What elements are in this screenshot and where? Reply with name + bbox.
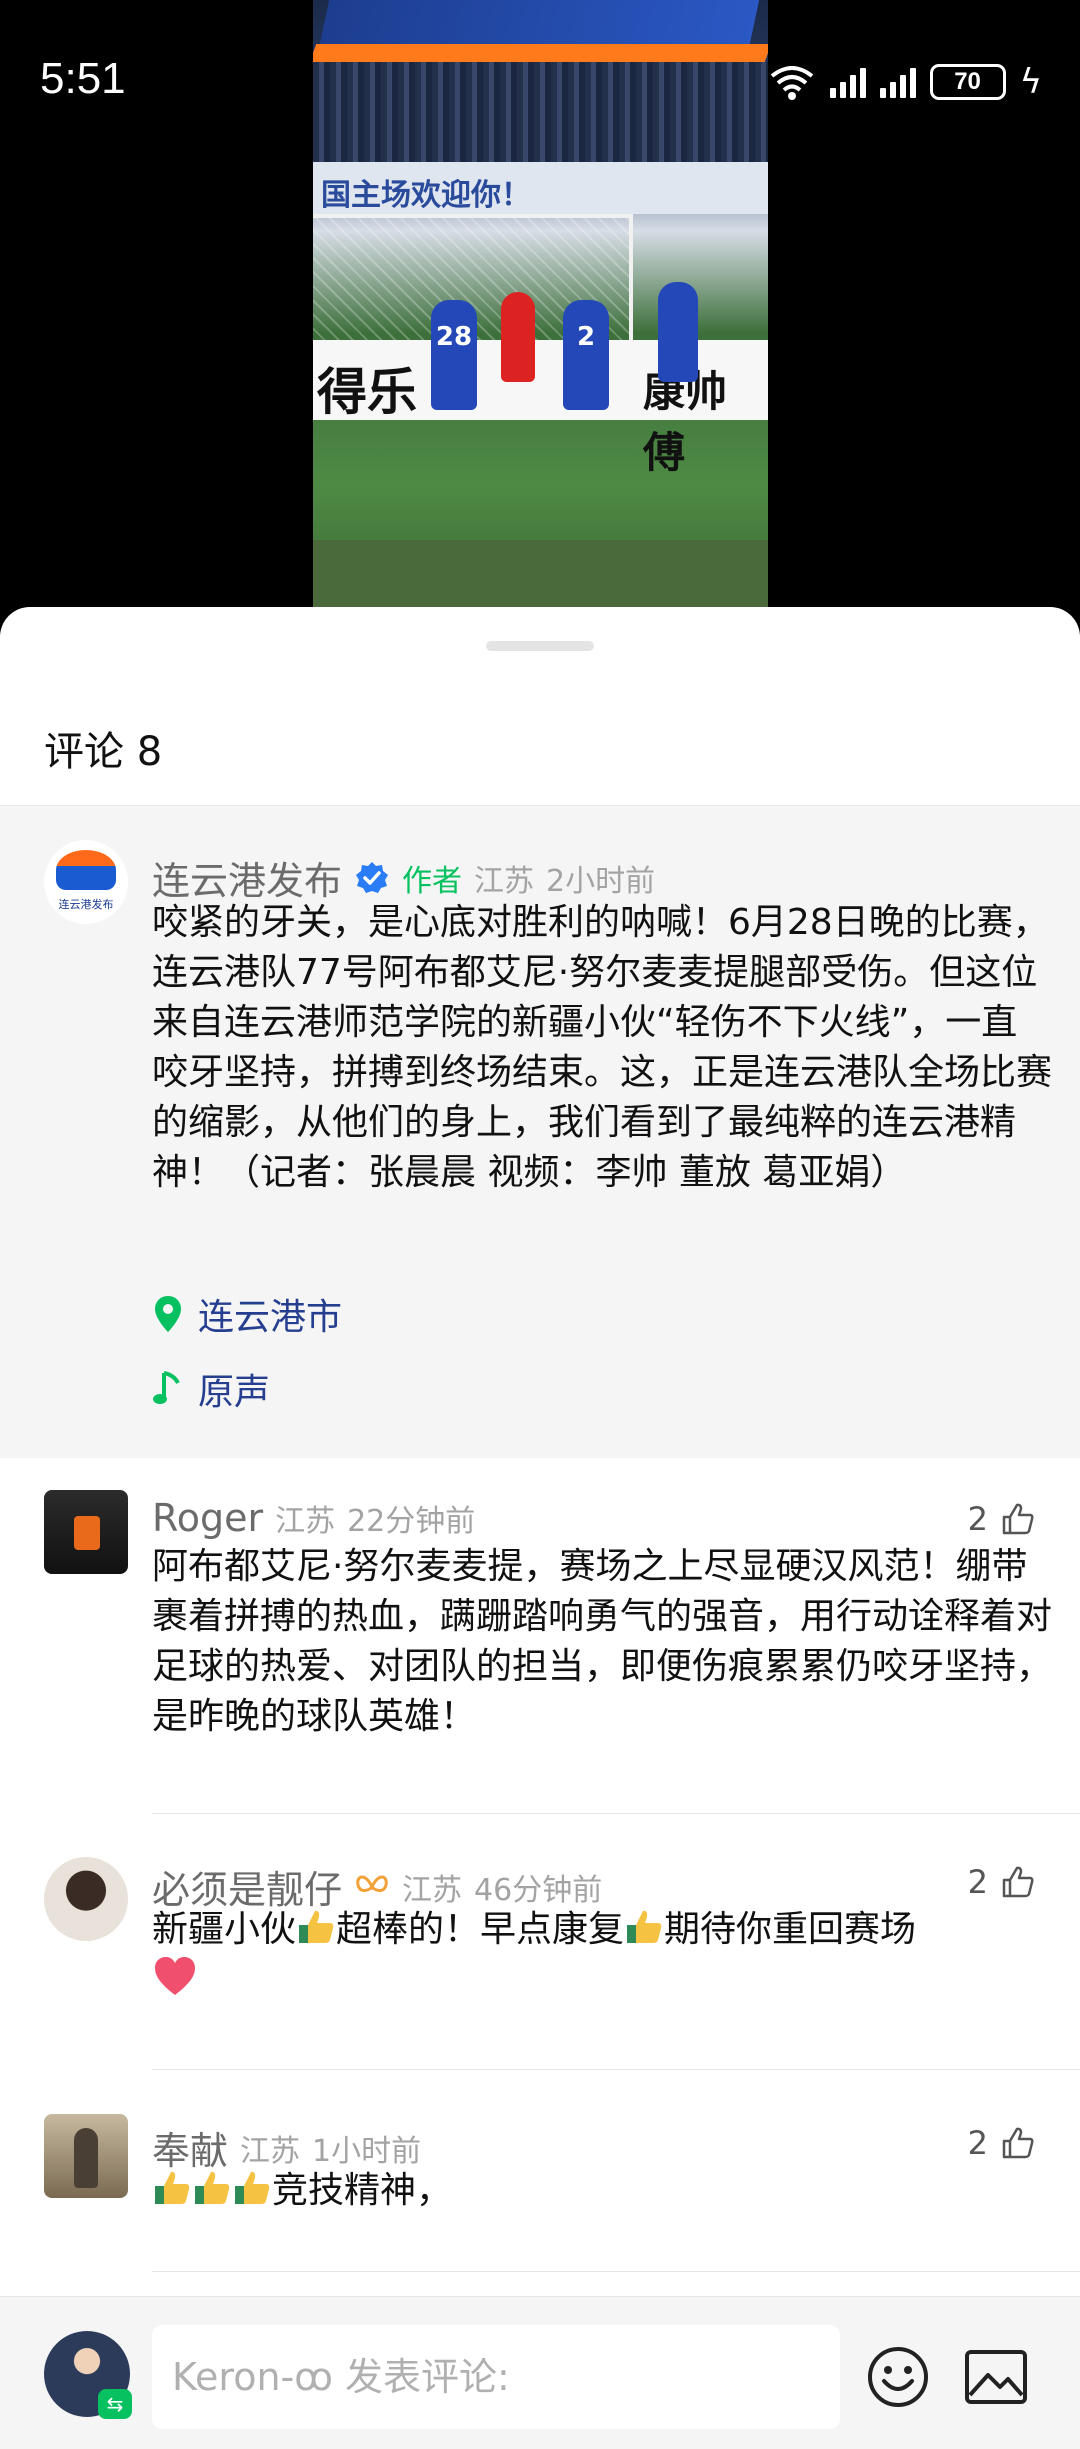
charging-icon: ϟ (1019, 62, 1042, 102)
image-icon (965, 2350, 1027, 2404)
stadium-sign: 国主场欢迎你！ (313, 162, 768, 214)
location-text[interactable]: 连云港市 (198, 1288, 342, 1340)
thumbs-up-icon (1002, 2127, 1034, 2159)
avatar-detail (74, 1516, 100, 1550)
author-avatar[interactable]: 连云港发布 (44, 840, 128, 924)
comment-region: 江苏 (275, 1504, 336, 1539)
commenter-username[interactable]: Roger (152, 1496, 263, 1540)
author-post[interactable]: 连云港发布 连云港发布 作者 江苏 2小时前 咬紧的牙关，是心底对胜利的呐喊！6… (0, 805, 1080, 1458)
status-icons: 70 ϟ (768, 60, 1042, 104)
author-logo-text: 连云港发布 (58, 898, 114, 911)
comment-item[interactable]: Roger 江苏 22分钟前 2 阿布都艾尼·努尔麦麦提，赛场之上尽显硬汉风范！… (0, 1490, 1080, 1760)
author-time: 2小时前 (546, 863, 656, 899)
ad-board-left-text: 得乐 (317, 363, 417, 421)
like-count: 2 (967, 2124, 988, 2162)
image-button[interactable] (962, 2343, 1030, 2411)
comment-region: 江苏 (240, 2133, 301, 2169)
comment-text-part: 期待你重回赛场 (664, 1909, 917, 1950)
commenter-avatar[interactable] (44, 1490, 128, 1574)
comment-body: 阿布都艾尼·努尔麦麦提，赛场之上尽显硬汉风范！绷带裹着拼搏的热血，蹒跚踏响勇气的… (152, 1546, 1053, 1737)
heart-emoji-icon (155, 1957, 195, 1995)
comments-count-title: 评论 8 (44, 729, 163, 775)
status-bar: 5:51 70 ϟ (0, 0, 1080, 160)
thumbs-up-emoji-icon (627, 1910, 662, 1943)
player-number: 2 (576, 322, 596, 352)
avatar-detail (74, 2128, 98, 2188)
commenter-avatar[interactable] (44, 2114, 128, 2198)
thumbs-up-emoji-icon (299, 1910, 334, 1943)
music-note-icon (153, 1371, 180, 1404)
comment-input-bar: ⇆ (0, 2296, 1080, 2449)
butterfly-badge-icon (356, 1875, 388, 1892)
author-username[interactable]: 连云港发布 (152, 850, 342, 905)
like-button[interactable]: 2 (968, 1500, 1036, 1538)
like-button[interactable]: 2 (968, 2124, 1036, 2162)
thumbs-up-emoji-icon (195, 2171, 230, 2204)
sound-link[interactable]: 原声 (152, 1363, 270, 1415)
drag-handle[interactable] (486, 641, 594, 651)
switch-account-icon[interactable]: ⇆ (98, 2389, 132, 2419)
player-figure: 28 (431, 300, 477, 410)
author-region: 江苏 (474, 863, 535, 899)
location-pin-icon (155, 1296, 181, 1332)
comment-divider (152, 1813, 1080, 1814)
sound-text[interactable]: 原声 (198, 1363, 270, 1415)
author-logo (56, 850, 116, 890)
comment-text-part: 新疆小伙 (152, 1909, 297, 1950)
comment-time: 1小时前 (312, 2133, 422, 2169)
thumbs-up-emoji-icon (155, 2171, 190, 2204)
thumbs-up-emoji-icon (235, 2171, 270, 2204)
comment-text-part: 竞技精神， (272, 2170, 453, 2211)
like-count: 2 (967, 1863, 988, 1901)
comment-body: 新疆小伙 超棒的！早点康复 期待你重回赛场 (152, 1905, 1052, 2005)
thumbs-up-icon (1002, 1866, 1034, 1898)
comment-item[interactable]: 必须是靓仔 江苏 46分钟前 2 新疆小伙 超棒的！早点康复 期待你重回赛场 (0, 1857, 1080, 2047)
wifi-icon (770, 66, 813, 100)
comment-input[interactable] (152, 2325, 840, 2429)
video-pitch (313, 540, 768, 607)
like-button[interactable]: 2 (968, 1863, 1036, 1901)
ad-board: 得乐 康帅傅 (313, 340, 768, 477)
comment-time: 46分钟前 (474, 1872, 603, 1908)
comment-divider (152, 2069, 1080, 2070)
status-time: 5:51 (40, 54, 126, 103)
author-post-body: 咬紧的牙关，是心底对胜利的呐喊！6月28日晚的比赛，连云港队77号阿布都艾尼·努… (152, 902, 1053, 1193)
location-link[interactable]: 连云港市 (152, 1288, 342, 1340)
commenter-avatar[interactable] (44, 1857, 128, 1941)
comment-text-part: 超棒的！早点康复 (336, 1909, 625, 1950)
player-figure: 2 (563, 300, 609, 410)
player-figure (658, 282, 698, 382)
signal-icon (879, 66, 916, 98)
verified-icon (356, 861, 389, 893)
comment-item[interactable]: 奉献 江苏 1小时前 2 竞技精神， (0, 2114, 1080, 2254)
comment-divider (152, 2271, 1080, 2272)
battery-icon: 70 (929, 64, 1006, 100)
thumbs-up-icon (1002, 1503, 1034, 1535)
signal-icon (829, 66, 866, 98)
smiley-icon (868, 2347, 928, 2407)
player-number: 28 (435, 322, 473, 352)
emoji-button[interactable] (864, 2343, 932, 2411)
author-tag: 作者 (402, 863, 463, 899)
comment-region: 江苏 (402, 1872, 463, 1908)
like-count: 2 (967, 1500, 988, 1538)
player-figure (501, 292, 535, 382)
comment-time: 22分钟前 (347, 1504, 476, 1539)
stadium-sign-text: 国主场欢迎你！ (321, 178, 531, 213)
author-meta: 连云港发布 作者 江苏 2小时前 (152, 850, 655, 905)
comment-sheet: 评论 8 连云港发布 连云港发布 作者 江苏 2小时前 咬紧的牙关，是心底对胜利… (0, 607, 1080, 2449)
comment-meta: Roger 江苏 22分钟前 (152, 1496, 475, 1540)
comment-body: 竞技精神， (152, 2166, 1052, 2216)
